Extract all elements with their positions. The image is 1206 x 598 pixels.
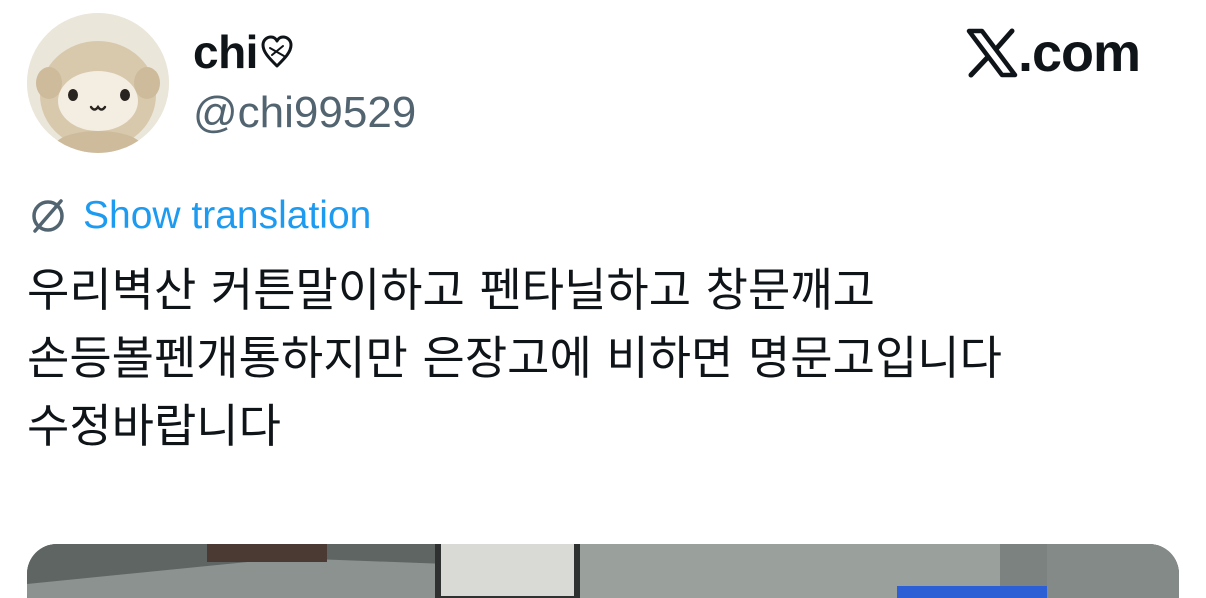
tweet-body-text: 우리벽산 커튼말이하고 펜타닐하고 창문깨고 손등볼펜개통하지만 은장고에 비하… [27,263,1002,453]
plush-toy-avatar [27,13,169,153]
x-brand-link[interactable]: .com [966,22,1141,84]
show-translation-link[interactable]: Show translation [83,190,371,242]
author-handle[interactable]: @chi99529 [193,86,416,140]
x-domain-text: .com [1018,23,1141,83]
author-display-name[interactable]: chi [193,22,294,82]
show-translation-row[interactable]: Show translation [27,190,371,242]
globe-icon [32,199,64,233]
x-logo-icon [966,28,1018,78]
photo-preview [27,544,1179,598]
display-name-text: chi [193,26,258,78]
heart-icon [261,35,293,68]
avatar[interactable] [27,13,169,153]
tweet-card: chi @chi99529 .com Show translation 우리벽산… [0,0,1206,598]
tweet-media-photo[interactable] [27,544,1179,598]
